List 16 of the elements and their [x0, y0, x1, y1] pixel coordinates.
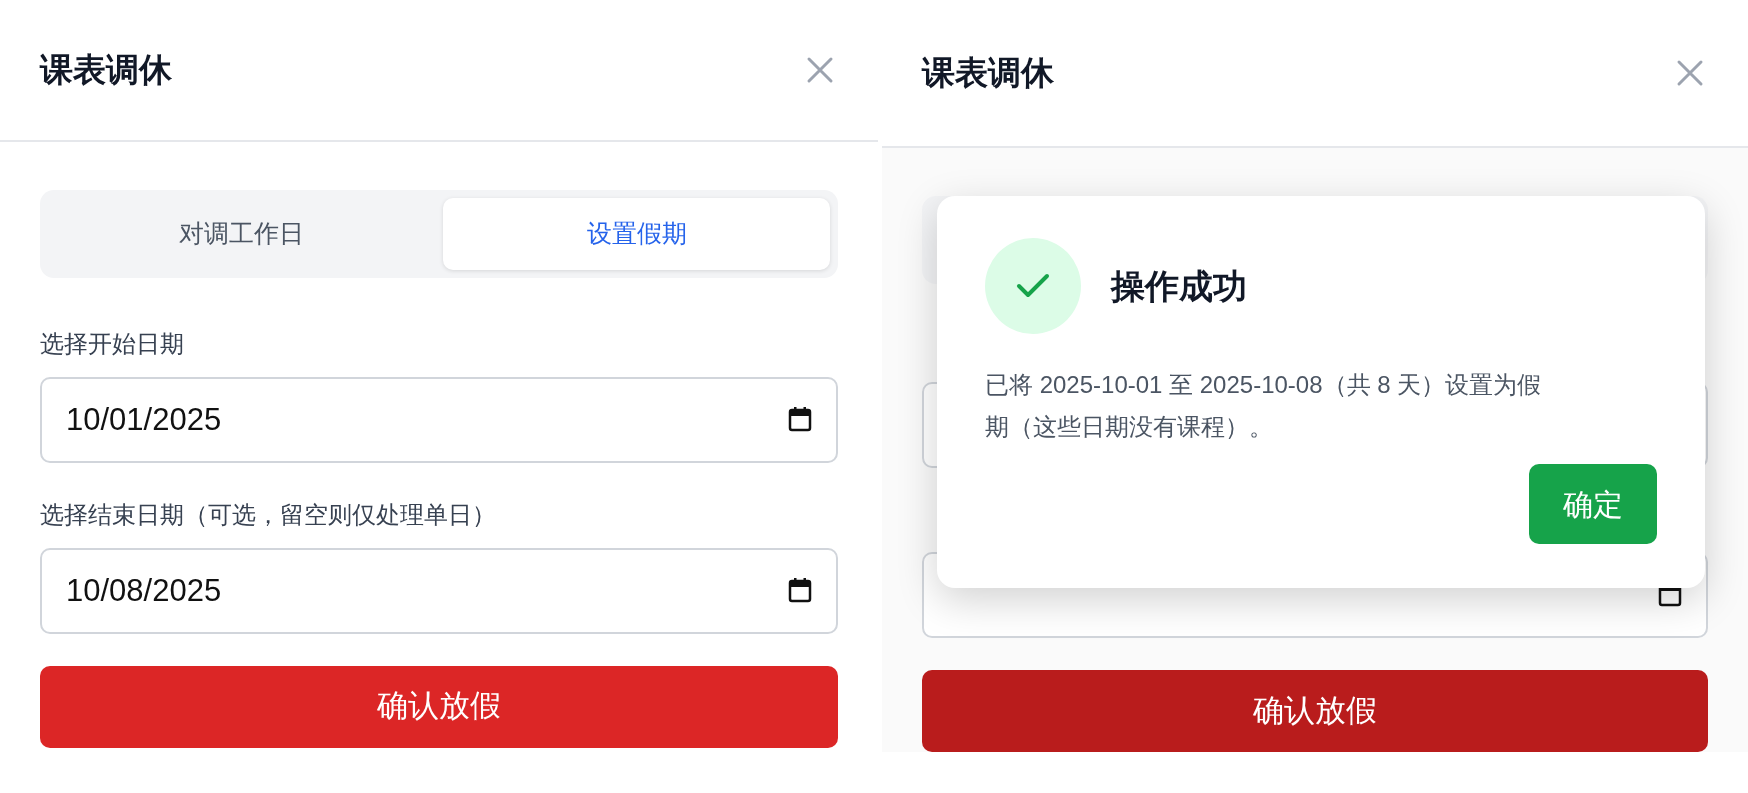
dialog-message: 已将 2025-10-01 至 2025-10-08（共 8 天）设置为假期（这些日期没有课程）。 [985, 370, 1543, 442]
calendar-icon[interactable] [788, 576, 812, 603]
dialog-heading: 操作成功 [1111, 265, 1247, 307]
confirm-button[interactable]: 确认放假 [922, 670, 1708, 752]
date-field[interactable]: 10/01/2025 [40, 376, 838, 463]
field-label: 选择开始日期 [40, 330, 185, 359]
field-label: 选择结束日期（可选，留空则仅处理单日） [40, 500, 497, 530]
check-icon [1016, 273, 1050, 299]
tab[interactable]: 设置假期 [443, 198, 830, 270]
tab[interactable]: 对调工作日 [48, 198, 435, 270]
date-field[interactable]: 10/08/2025 [40, 547, 838, 634]
ok-button[interactable]: 确定 [1529, 464, 1657, 544]
confirm-button[interactable]: 确认放假 [40, 665, 838, 748]
calendar-icon[interactable] [788, 405, 812, 432]
dialog-title: 课表调休 [40, 50, 172, 90]
dialog-title: 课表调休 [922, 53, 1054, 93]
